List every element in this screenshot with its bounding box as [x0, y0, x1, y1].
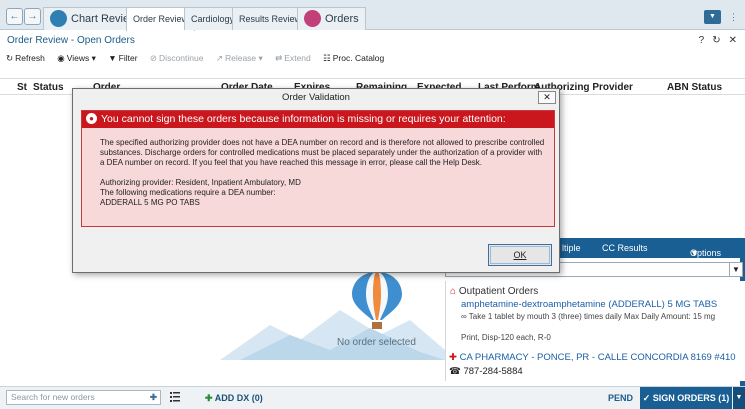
alert-body: The specified authorizing provider does …	[100, 138, 545, 208]
order-toolbar: ↻ Refresh ◉ Views ▾ ▼ Filter ⊘ Discontinue ↗…	[6, 53, 394, 66]
refresh-button[interactable]: ↻ Refresh	[6, 53, 45, 64]
filter-button[interactable]: ▼ Filter	[108, 53, 137, 63]
catalog-icon: ☷	[323, 53, 331, 63]
ok-button[interactable]: OK	[488, 244, 552, 266]
app-menu-icon[interactable]: ⋮	[725, 10, 742, 24]
pharmacy-icon: ✚	[449, 352, 457, 363]
top-navigation: ← → Chart Review Order Review Cardiology…	[0, 0, 745, 31]
column-header[interactable]: ABN Status	[667, 82, 722, 93]
pharmacy-phone: ☎ 787-284-5884	[449, 366, 523, 377]
checkmark-icon: ✓	[642, 393, 651, 403]
pharmacy-link[interactable]: ✚ CA PHARMACY - PONCE, PR - CALLE CONCOR…	[449, 352, 736, 363]
empty-state-text: No order selected	[337, 337, 416, 348]
discontinue-button[interactable]: ⊘ Discontinue	[150, 53, 204, 64]
plus-icon: ✚	[205, 393, 213, 403]
proc-catalog-button[interactable]: ☷ Proc. Catalog	[323, 53, 384, 64]
medication-link[interactable]: amphetamine-dextroamphetamine (ADDERALL)…	[461, 299, 717, 310]
alert-message: The specified authorizing provider does …	[100, 138, 545, 167]
forward-icon[interactable]: →	[24, 8, 41, 25]
order-validation-dialog: Order Validation ✕ ● You cannot sign thes…	[72, 88, 560, 273]
hot-air-balloon-icon	[352, 272, 402, 329]
sign-orders-button[interactable]: ✓ SIGN ORDERS (1)	[640, 387, 732, 409]
views-icon: ◉	[57, 53, 65, 63]
orders-icon	[304, 9, 321, 27]
views-button[interactable]: ◉ Views ▾	[57, 53, 96, 64]
release-icon: ↗	[215, 53, 223, 63]
medication-dispense: Print, Disp-120 each, R-0	[461, 333, 551, 342]
phone-icon: ☎	[449, 366, 461, 377]
column-header[interactable]: Status	[33, 82, 64, 93]
medication-item: ADDERALL 5 MG PO TABS	[100, 198, 200, 207]
chart-review-icon	[50, 9, 67, 27]
list-icon[interactable]	[170, 391, 180, 402]
page-title: Order Review - Open Orders	[7, 35, 135, 46]
discontinue-icon: ⊘	[149, 53, 158, 63]
dialog-title: Order Validation	[282, 92, 350, 103]
sign-orders-dropdown-icon[interactable]: ▼	[733, 387, 745, 409]
cc-results-tab[interactable]: CC Results	[602, 243, 648, 253]
medication-sig: ∞ Take 1 tablet by mouth 3 (three) times…	[461, 312, 716, 321]
validation-alert: ● You cannot sign these orders because in…	[81, 110, 555, 227]
options-dropdown-icon: ▼	[690, 248, 699, 258]
tab-orders[interactable]: Orders	[297, 7, 366, 30]
close-icon[interactable]: ✕	[538, 91, 556, 104]
authorizing-provider-line: Authorizing provider: Resident, Inpatien…	[100, 178, 301, 187]
filter-icon: ▼	[108, 53, 117, 63]
pend-button[interactable]: PEND	[608, 393, 633, 403]
release-button[interactable]: ↗ Release ▾	[216, 53, 263, 64]
medications-line: The following medications require a DEA …	[100, 188, 276, 197]
close-icon[interactable]: ✕	[729, 35, 737, 46]
alert-header: ● You cannot sign these orders because in…	[82, 111, 554, 128]
order-search-input[interactable]: Search for new orders ✚	[6, 390, 161, 405]
refresh-icon: ↻	[6, 53, 14, 63]
multiple-tab[interactable]: ltiple	[562, 243, 581, 253]
add-dx-button[interactable]: ✚ ADD DX (0)	[205, 393, 263, 404]
outpatient-orders-section: ⌂ Outpatient Orders	[450, 286, 539, 297]
stop-icon: ●	[86, 112, 97, 124]
house-icon: ⌂	[450, 286, 457, 297]
column-header[interactable]: St	[17, 82, 27, 93]
tab-list-dropdown-icon[interactable]: ▼	[704, 10, 721, 24]
help-icon[interactable]: ?	[699, 35, 705, 46]
mountains-illustration	[220, 310, 445, 360]
chevron-down-icon: ▼	[729, 263, 742, 276]
page-header-icons: ? ↻ ✕	[691, 35, 737, 46]
back-icon[interactable]: ←	[6, 8, 23, 25]
link-icon: ∞	[461, 312, 467, 321]
refresh-page-icon[interactable]: ↻	[712, 35, 720, 46]
add-icon[interactable]: ✚	[150, 391, 157, 404]
extend-button[interactable]: ⇄ Extend	[275, 53, 311, 64]
extend-icon: ⇄	[275, 53, 283, 63]
